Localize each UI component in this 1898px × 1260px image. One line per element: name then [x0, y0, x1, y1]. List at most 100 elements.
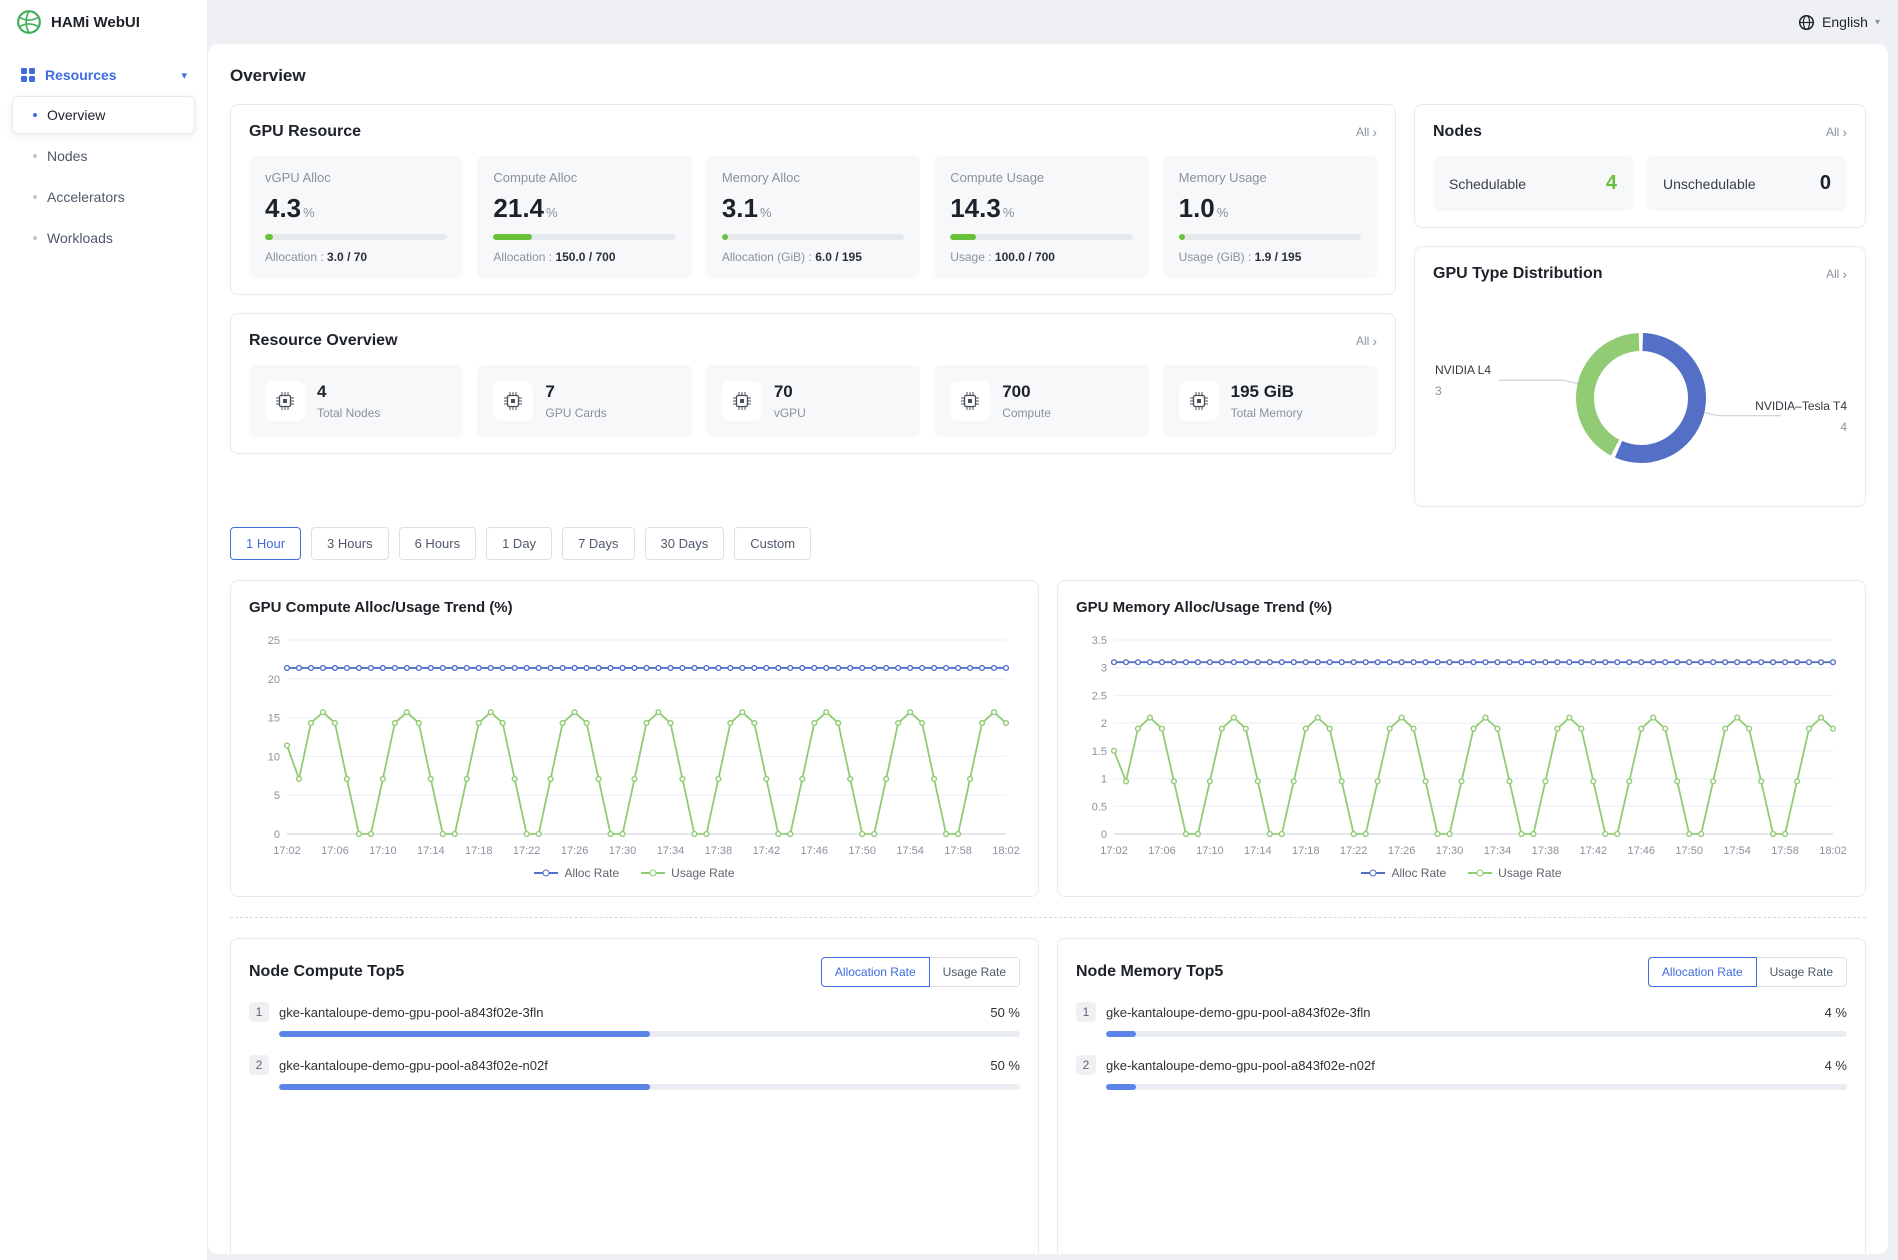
stat-value: 3.1%: [722, 193, 904, 224]
sidebar-item-workloads[interactable]: Workloads: [12, 219, 195, 257]
svg-text:17:14: 17:14: [417, 845, 445, 857]
node-rate-value: 50 %: [990, 1058, 1020, 1073]
allocation-rate-button[interactable]: Allocation Rate: [821, 957, 930, 987]
top5-row: 1 gke-kantaloupe-demo-gpu-pool-a843f02e-…: [249, 1002, 1020, 1037]
stat-label: Memory Usage: [1179, 170, 1361, 185]
svg-text:0.5: 0.5: [1092, 801, 1107, 813]
legend-label: Alloc Rate: [564, 866, 619, 880]
svg-text:0: 0: [274, 829, 280, 841]
gpu-type-title: GPU Type Distribution: [1433, 265, 1602, 283]
compute-trend-chart[interactable]: 051015202517:0217:0617:1017:1417:1817:22…: [249, 626, 1020, 862]
overview-total-nodes: 4Total Nodes: [249, 365, 463, 437]
svg-text:17:58: 17:58: [1771, 845, 1799, 857]
time-tab-6-hours[interactable]: 6 Hours: [399, 527, 477, 560]
time-tab-30-days[interactable]: 30 Days: [645, 527, 725, 560]
all-label: All: [1826, 267, 1839, 281]
top5-row: 2 gke-kantaloupe-demo-gpu-pool-a843f02e-…: [1076, 1055, 1847, 1090]
stat-value: 21.4%: [493, 193, 675, 224]
legend-usage-rate[interactable]: Usage Rate: [641, 866, 734, 880]
time-tab-1-day[interactable]: 1 Day: [486, 527, 552, 560]
vgpu-icon: [722, 381, 762, 421]
unschedulable-value: 0: [1820, 172, 1831, 195]
nodes-all-link[interactable]: All ›: [1826, 125, 1847, 139]
svg-text:17:46: 17:46: [801, 845, 829, 857]
svg-text:17:42: 17:42: [753, 845, 781, 857]
progress-bar: [1106, 1084, 1847, 1090]
overview-label: vGPU: [774, 406, 806, 420]
legend-alloc-rate[interactable]: Alloc Rate: [534, 866, 619, 880]
rank-badge: 1: [249, 1002, 269, 1022]
progress-bar: [279, 1084, 1020, 1090]
node-name[interactable]: gke-kantaloupe-demo-gpu-pool-a843f02e-3f…: [1106, 1005, 1815, 1020]
nodes-card: Nodes All › Schedulable 4 Unschedulable …: [1414, 104, 1866, 228]
chart-legend: Alloc Rate Usage Rate: [1076, 866, 1847, 880]
overview-value: 70: [774, 382, 806, 402]
legend-usage-rate[interactable]: Usage Rate: [1468, 866, 1561, 880]
memory-trend-chart[interactable]: 00.511.522.533.517:0217:0617:1017:1417:1…: [1076, 626, 1847, 862]
svg-text:NVIDIA L4: NVIDIA L4: [1435, 363, 1491, 377]
svg-text:2.5: 2.5: [1092, 690, 1107, 702]
overview-compute: 700Compute: [934, 365, 1148, 437]
gpu-type-distribution-card: GPU Type Distribution All › NVIDIA–Tesla…: [1414, 246, 1866, 507]
node-rate-value: 4 %: [1825, 1005, 1847, 1020]
language-label: English: [1822, 14, 1868, 30]
gpu-card-icon: [493, 381, 533, 421]
stat-vgpu-alloc: vGPU Alloc 4.3% Allocation : 3.0 / 70: [249, 156, 463, 278]
unschedulable-box: Unschedulable 0: [1647, 156, 1847, 211]
progress-bar: [1106, 1031, 1847, 1037]
stat-value: 4.3%: [265, 193, 447, 224]
memory-trend-card: GPU Memory Alloc/Usage Trend (%) 00.511.…: [1057, 580, 1866, 897]
language-selector[interactable]: English ▾: [1798, 0, 1880, 44]
time-tab-3-hours[interactable]: 3 Hours: [311, 527, 389, 560]
svg-text:17:06: 17:06: [321, 845, 349, 857]
svg-text:17:46: 17:46: [1628, 845, 1656, 857]
time-tab-7-days[interactable]: 7 Days: [562, 527, 634, 560]
sidebar-menu: Resources ▾ Overview Nodes Accelerators …: [0, 44, 207, 257]
usage-rate-button[interactable]: Usage Rate: [929, 957, 1020, 987]
gpu-resource-all-link[interactable]: All ›: [1356, 125, 1377, 139]
resource-overview-all-link[interactable]: All ›: [1356, 334, 1377, 348]
svg-text:0: 0: [1101, 829, 1107, 841]
progress-bar: [1179, 234, 1361, 240]
time-tab-1-hour[interactable]: 1 Hour: [230, 527, 301, 560]
bullet-icon: [33, 154, 37, 158]
stat-label: Memory Alloc: [722, 170, 904, 185]
sidebar-item-nodes[interactable]: Nodes: [12, 137, 195, 175]
chevron-down-icon: ▾: [1875, 17, 1880, 28]
time-tab-custom[interactable]: Custom: [734, 527, 811, 560]
app-header: HAMi WebUI: [0, 0, 207, 44]
svg-text:17:30: 17:30: [1436, 845, 1464, 857]
allocation-rate-button[interactable]: Allocation Rate: [1648, 957, 1757, 987]
svg-text:17:42: 17:42: [1580, 845, 1608, 857]
node-compute-top5-title: Node Compute Top5: [249, 963, 404, 981]
top5-row: 1 gke-kantaloupe-demo-gpu-pool-a843f02e-…: [1076, 1002, 1847, 1037]
node-name[interactable]: gke-kantaloupe-demo-gpu-pool-a843f02e-3f…: [279, 1005, 980, 1020]
sidebar-item-overview[interactable]: Overview: [12, 96, 195, 134]
rank-badge: 1: [1076, 1002, 1096, 1022]
svg-text:17:06: 17:06: [1148, 845, 1176, 857]
compute-rate-toggle: Allocation Rate Usage Rate: [821, 957, 1020, 987]
svg-text:17:38: 17:38: [1532, 845, 1560, 857]
compute-trend-title: GPU Compute Alloc/Usage Trend (%): [249, 599, 1020, 616]
overview-vgpu: 70 vGPU: [706, 365, 920, 437]
gpu-type-donut-chart[interactable]: NVIDIA–Tesla T44NVIDIA L43: [1433, 304, 1847, 490]
legend-line-icon: [534, 868, 558, 878]
svg-text:17:02: 17:02: [273, 845, 301, 857]
svg-text:18:02: 18:02: [992, 845, 1020, 857]
nodes-title: Nodes: [1433, 123, 1482, 141]
sidebar-item-accelerators[interactable]: Accelerators: [12, 178, 195, 216]
all-label: All: [1356, 334, 1369, 348]
sidebar-group-resources[interactable]: Resources ▾: [10, 58, 197, 92]
sidebar-item-label: Overview: [47, 107, 105, 123]
usage-rate-button[interactable]: Usage Rate: [1756, 957, 1847, 987]
legend-label: Usage Rate: [671, 866, 734, 880]
node-name[interactable]: gke-kantaloupe-demo-gpu-pool-a843f02e-n0…: [1106, 1058, 1815, 1073]
stat-label: Compute Usage: [950, 170, 1132, 185]
stat-detail: Usage : 100.0 / 700: [950, 250, 1132, 264]
chevron-right-icon: ›: [1372, 125, 1377, 139]
legend-alloc-rate[interactable]: Alloc Rate: [1361, 866, 1446, 880]
node-name[interactable]: gke-kantaloupe-demo-gpu-pool-a843f02e-n0…: [279, 1058, 980, 1073]
resource-overview-card: Resource Overview All › 4Total Nodes: [230, 313, 1396, 454]
gpu-type-all-link[interactable]: All ›: [1826, 267, 1847, 281]
svg-text:17:34: 17:34: [657, 845, 685, 857]
